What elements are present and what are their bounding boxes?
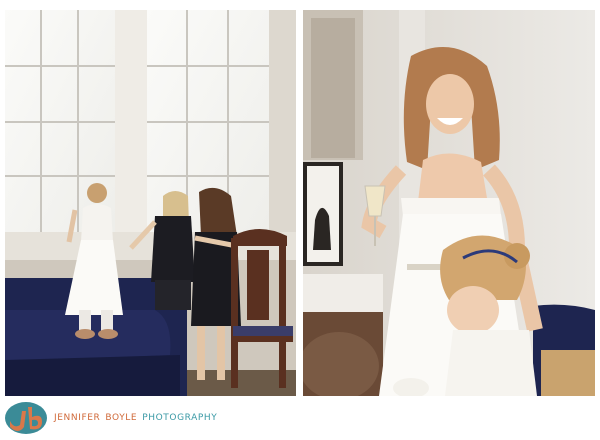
brand-studio: PHOTOGRAPHY xyxy=(142,413,218,423)
brand-first-name: JENNIFER xyxy=(54,413,101,423)
brand-last-name: BOYLE xyxy=(105,413,138,423)
jb-logo-icon xyxy=(5,402,47,434)
photo-laughing-bride xyxy=(303,10,595,396)
photographer-footer: JENNIFER BOYLE PHOTOGRAPHY xyxy=(0,398,600,440)
photo-laughing-bride-image xyxy=(303,10,595,396)
framed-picture xyxy=(303,162,343,266)
photo-girls-at-window-image xyxy=(5,10,296,396)
photo-girls-at-window xyxy=(5,10,296,396)
brand-name: JENNIFER BOYLE PHOTOGRAPHY xyxy=(54,413,217,423)
